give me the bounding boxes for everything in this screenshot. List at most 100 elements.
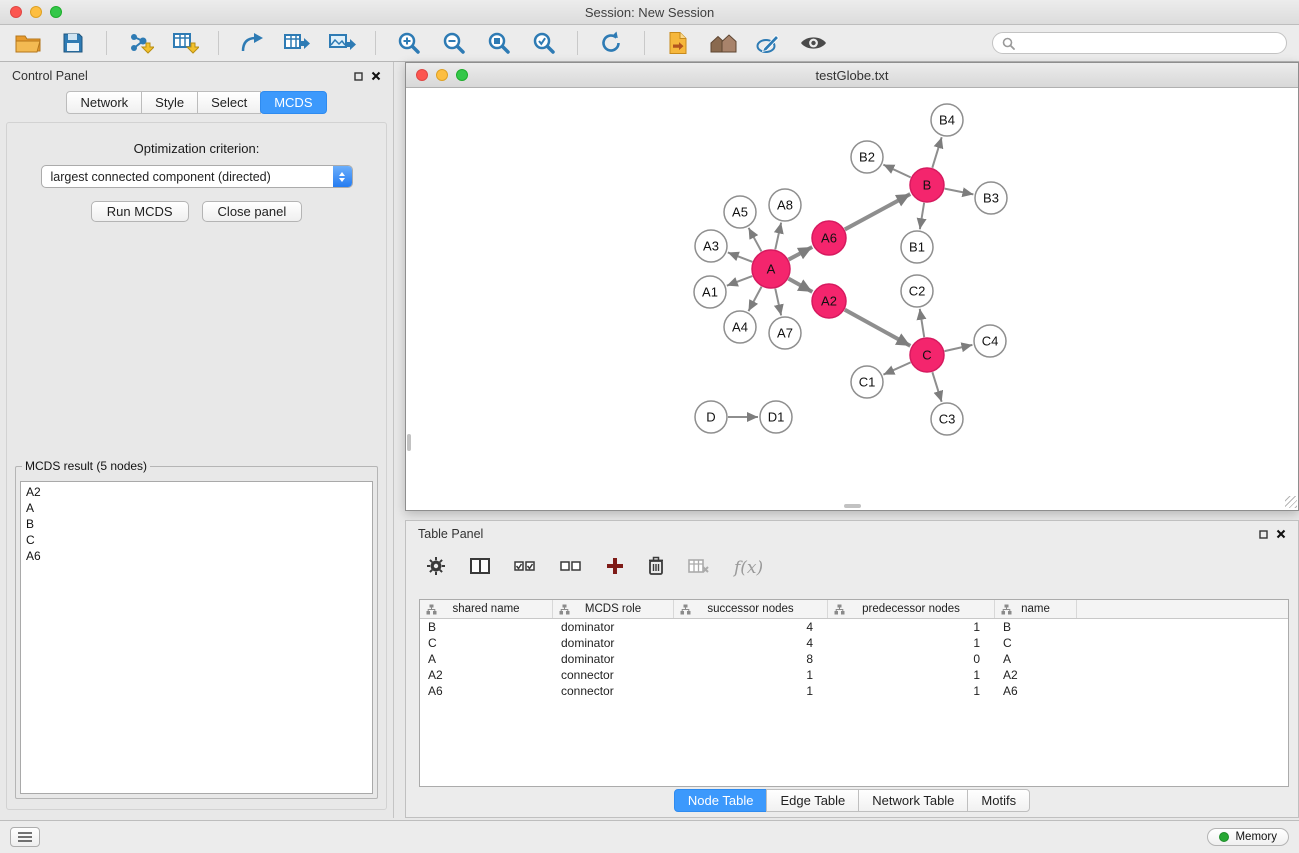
vertical-scroll-handle[interactable] xyxy=(407,434,411,451)
edge-A-A6[interactable] xyxy=(789,247,813,260)
graph-node-A2[interactable]: A2 xyxy=(812,284,846,318)
tab-network-table[interactable]: Network Table xyxy=(858,789,968,812)
minimize-window-button[interactable] xyxy=(30,6,42,18)
edge-B-B3[interactable] xyxy=(945,189,974,195)
result-item[interactable]: A2 xyxy=(26,484,367,500)
graph-node-B1[interactable]: B1 xyxy=(901,231,933,263)
table-row[interactable]: Cdominator41C xyxy=(420,635,1288,651)
edge-C-C4[interactable] xyxy=(945,345,973,351)
edge-B-B1[interactable] xyxy=(920,203,924,229)
fullscreen-window-button[interactable] xyxy=(50,6,62,18)
graph-node-C2[interactable]: C2 xyxy=(901,275,933,307)
network-graph[interactable]: B4B2BB3A5A8A6B1A3AC2A1A2A4A7C4CC1C3DD1 xyxy=(406,88,1298,509)
edge-A2-C[interactable] xyxy=(845,310,911,346)
search-box[interactable] xyxy=(992,32,1287,54)
criterion-dropdown[interactable]: largest connected component (directed) xyxy=(41,165,353,188)
graph-node-A[interactable]: A xyxy=(752,250,790,288)
delete-table-button[interactable] xyxy=(688,557,710,580)
edge-C-C3[interactable] xyxy=(932,372,941,402)
mcds-result-list[interactable]: A2ABCA6 xyxy=(20,481,373,794)
table-row[interactable]: Adominator80A xyxy=(420,651,1288,667)
table-row[interactable]: A6connector11A6 xyxy=(420,683,1288,699)
show-all-networks-button[interactable] xyxy=(707,28,739,58)
network-close-button[interactable] xyxy=(416,69,428,81)
network-minimize-button[interactable] xyxy=(436,69,448,81)
import-table-button[interactable] xyxy=(169,28,201,58)
close-panel-button[interactable]: Close panel xyxy=(202,201,303,222)
add-column-button[interactable] xyxy=(606,557,624,580)
zoom-fit-button[interactable] xyxy=(483,28,515,58)
function-builder-button[interactable]: f(x) xyxy=(734,558,763,578)
edge-C-C1[interactable] xyxy=(883,362,910,374)
graph-node-A5[interactable]: A5 xyxy=(724,196,756,228)
result-item[interactable]: A6 xyxy=(26,548,367,564)
close-panel-icon[interactable] xyxy=(371,71,381,81)
edge-A-A1[interactable] xyxy=(727,276,752,286)
graph-node-D[interactable]: D xyxy=(695,401,727,433)
edge-A-A2[interactable] xyxy=(789,279,813,292)
column-header-shared-name[interactable]: shared name xyxy=(420,600,553,618)
edge-A-A3[interactable] xyxy=(728,252,753,261)
graph-node-A7[interactable]: A7 xyxy=(769,317,801,349)
edge-A6-B[interactable] xyxy=(845,194,910,229)
tab-motifs[interactable]: Motifs xyxy=(967,789,1030,812)
result-item[interactable]: B xyxy=(26,516,367,532)
edge-A-A8[interactable] xyxy=(775,223,781,250)
export-network-button[interactable] xyxy=(236,28,268,58)
unselect-all-button[interactable] xyxy=(560,558,582,579)
select-all-button[interactable] xyxy=(514,558,536,579)
edge-C-C2[interactable] xyxy=(920,309,924,337)
graph-node-D1[interactable]: D1 xyxy=(760,401,792,433)
save-session-button[interactable] xyxy=(57,28,89,58)
first-neighbors-button[interactable] xyxy=(662,28,694,58)
graph-node-B3[interactable]: B3 xyxy=(975,182,1007,214)
graph-node-A8[interactable]: A8 xyxy=(769,189,801,221)
zoom-selected-button[interactable] xyxy=(528,28,560,58)
tab-edge-table[interactable]: Edge Table xyxy=(766,789,859,812)
task-history-button[interactable] xyxy=(10,827,40,847)
close-window-button[interactable] xyxy=(10,6,22,18)
zoom-in-button[interactable] xyxy=(393,28,425,58)
table-settings-button[interactable] xyxy=(426,556,446,581)
open-session-button[interactable] xyxy=(12,28,44,58)
graph-node-A4[interactable]: A4 xyxy=(724,311,756,343)
tab-mcds[interactable]: MCDS xyxy=(260,91,326,114)
edge-B-B4[interactable] xyxy=(932,137,941,168)
toggle-graphics-details-button[interactable] xyxy=(752,28,784,58)
refresh-button[interactable] xyxy=(595,28,627,58)
tab-node-table[interactable]: Node Table xyxy=(674,789,768,812)
graph-node-A6[interactable]: A6 xyxy=(812,221,846,255)
export-image-button[interactable] xyxy=(326,28,358,58)
graph-node-C[interactable]: C xyxy=(910,338,944,372)
float-table-panel-icon[interactable] xyxy=(1259,530,1268,539)
graph-node-B2[interactable]: B2 xyxy=(851,141,883,173)
graph-node-C4[interactable]: C4 xyxy=(974,325,1006,357)
zoom-out-button[interactable] xyxy=(438,28,470,58)
horizontal-scroll-handle[interactable] xyxy=(844,504,861,508)
edge-A-A5[interactable] xyxy=(749,228,762,252)
search-input[interactable] xyxy=(1021,36,1277,50)
tab-select[interactable]: Select xyxy=(197,91,261,114)
import-network-button[interactable] xyxy=(124,28,156,58)
edge-A-A4[interactable] xyxy=(748,287,761,311)
float-panel-icon[interactable] xyxy=(354,72,363,81)
result-item[interactable]: C xyxy=(26,532,367,548)
resize-grip[interactable] xyxy=(1285,496,1297,508)
graph-node-C3[interactable]: C3 xyxy=(931,403,963,435)
run-mcds-button[interactable]: Run MCDS xyxy=(91,201,189,222)
network-canvas[interactable]: B4B2BB3A5A8A6B1A3AC2A1A2A4A7C4CC1C3DD1 xyxy=(406,88,1298,509)
column-header-name[interactable]: name xyxy=(995,600,1077,618)
edge-B-B2[interactable] xyxy=(883,165,910,178)
graph-node-B[interactable]: B xyxy=(910,168,944,202)
show-hide-panels-button[interactable] xyxy=(797,28,829,58)
table-row[interactable]: A2connector11A2 xyxy=(420,667,1288,683)
graph-node-A3[interactable]: A3 xyxy=(695,230,727,262)
close-table-panel-icon[interactable] xyxy=(1276,529,1286,539)
delete-column-button[interactable] xyxy=(648,556,664,581)
column-header-successor-nodes[interactable]: successor nodes xyxy=(674,600,828,618)
graph-node-B4[interactable]: B4 xyxy=(931,104,963,136)
table-row[interactable]: Bdominator41B xyxy=(420,619,1288,635)
graph-node-C1[interactable]: C1 xyxy=(851,366,883,398)
edge-A-A7[interactable] xyxy=(775,289,781,316)
tab-style[interactable]: Style xyxy=(141,91,198,114)
